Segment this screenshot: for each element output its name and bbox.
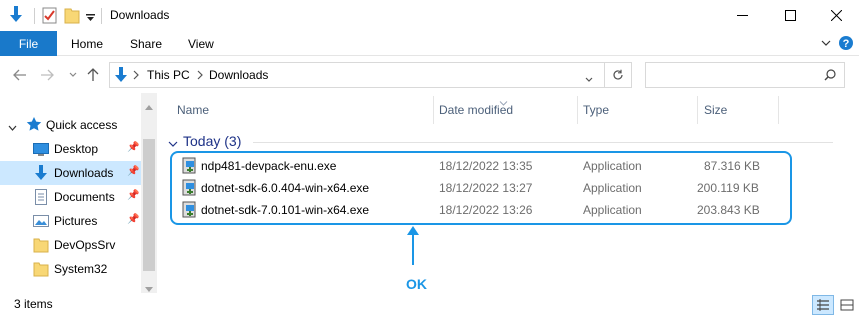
recent-locations-chevron-icon[interactable] xyxy=(64,66,82,84)
annotation-highlight-box xyxy=(170,151,792,225)
close-button[interactable] xyxy=(813,0,859,31)
download-arrow-icon[interactable] xyxy=(8,6,24,27)
file-list: Name Date modified Type Size Today (3) n… xyxy=(158,93,859,293)
star-icon xyxy=(26,116,42,135)
sidebar-item-label: System32 xyxy=(54,262,108,276)
title-bar: Downloads xyxy=(0,0,859,31)
sidebar-item-desktop[interactable]: Desktop 📌 xyxy=(0,137,141,161)
sidebar-item-label: DevOpsSrv xyxy=(54,238,116,252)
nav-scrollbar[interactable] xyxy=(141,93,157,293)
back-arrow-icon[interactable] xyxy=(11,66,29,84)
pin-icon[interactable]: 📌 xyxy=(127,214,139,225)
folder-icon xyxy=(33,261,49,277)
customize-toolbar-icon[interactable] xyxy=(86,11,95,25)
ribbon-tabs: File Home Share View ? xyxy=(0,31,859,56)
new-folder-icon[interactable] xyxy=(64,6,80,27)
sidebar-item-downloads[interactable]: Downloads 📌 xyxy=(0,161,141,185)
navigation-bar: This PC Downloads xyxy=(0,57,859,93)
pictures-icon xyxy=(33,213,49,229)
sidebar-item-label: Pictures xyxy=(54,214,98,228)
group-collapse-chevron-icon[interactable] xyxy=(168,137,178,151)
sidebar-item-system32[interactable]: System32 xyxy=(0,257,141,281)
window-title: Downloads xyxy=(110,8,170,22)
breadcrumb-downloads[interactable]: Downloads xyxy=(209,68,268,82)
downloads-folder-icon xyxy=(114,67,128,86)
minimize-button[interactable] xyxy=(719,0,765,31)
tab-share[interactable]: Share xyxy=(130,37,162,51)
column-header-date-modified[interactable]: Date modified xyxy=(439,103,513,117)
search-icon xyxy=(824,69,836,84)
tab-home[interactable]: Home xyxy=(71,37,103,51)
documents-icon xyxy=(33,189,49,205)
desktop-icon xyxy=(33,141,49,157)
details-view-icon[interactable] xyxy=(812,295,834,315)
help-icon[interactable]: ? xyxy=(838,35,854,54)
search-input[interactable] xyxy=(645,62,845,88)
scroll-thumb[interactable] xyxy=(143,139,155,271)
sidebar-item-label: Quick access xyxy=(46,118,118,132)
expand-ribbon-icon[interactable] xyxy=(821,36,831,53)
divider xyxy=(34,8,35,24)
breadcrumb-this-pc[interactable]: This PC xyxy=(147,68,190,82)
folder-icon xyxy=(33,237,49,253)
sidebar-item-label: Desktop xyxy=(54,142,99,156)
large-icons-view-icon[interactable] xyxy=(836,295,858,315)
refresh-button[interactable] xyxy=(605,62,632,88)
navigation-pane: Quick access Desktop 📌 Downloads 📌 Docum… xyxy=(0,93,157,293)
column-divider[interactable] xyxy=(697,96,698,124)
group-divider xyxy=(253,142,833,143)
column-header-type[interactable]: Type xyxy=(583,103,609,117)
maximize-button[interactable] xyxy=(767,0,813,31)
tab-view[interactable]: View xyxy=(188,37,214,51)
annotation-up-arrow-icon xyxy=(406,225,420,268)
column-header-size[interactable]: Size xyxy=(704,103,727,117)
forward-arrow-icon[interactable] xyxy=(38,66,56,84)
status-bar: 3 items xyxy=(0,293,859,316)
sidebar-item-quick-access[interactable]: Quick access xyxy=(0,113,141,137)
item-count: 3 items xyxy=(14,297,53,311)
properties-icon[interactable] xyxy=(42,6,58,27)
sidebar-item-devopssrv[interactable]: DevOpsSrv xyxy=(0,233,141,257)
address-bar[interactable]: This PC Downloads xyxy=(109,62,605,88)
divider xyxy=(101,8,102,24)
annotation-label: OK xyxy=(406,276,427,292)
group-header[interactable]: Today (3) xyxy=(183,133,241,149)
pin-icon[interactable]: 📌 xyxy=(127,142,139,153)
svg-text:?: ? xyxy=(843,38,850,50)
downloads-icon xyxy=(33,165,49,181)
sidebar-item-documents[interactable]: Documents 📌 xyxy=(0,185,141,209)
scroll-up-arrow-icon[interactable] xyxy=(145,99,153,113)
pin-icon[interactable]: 📌 xyxy=(127,166,139,177)
column-header-name[interactable]: Name xyxy=(177,103,209,117)
column-divider[interactable] xyxy=(778,96,779,124)
address-history-chevron-icon[interactable] xyxy=(585,72,593,86)
tab-file[interactable]: File xyxy=(0,31,57,56)
sidebar-item-label: Downloads xyxy=(54,166,114,180)
chevron-down-icon[interactable] xyxy=(8,121,17,135)
up-arrow-icon[interactable] xyxy=(84,66,102,84)
sidebar-item-pictures[interactable]: Pictures 📌 xyxy=(0,209,141,233)
chevron-right-icon[interactable] xyxy=(197,69,203,83)
column-divider[interactable] xyxy=(577,96,578,124)
chevron-right-icon[interactable] xyxy=(133,69,139,83)
pin-icon[interactable]: 📌 xyxy=(127,190,139,201)
sidebar-item-label: Documents xyxy=(54,190,115,204)
column-divider[interactable] xyxy=(433,96,434,124)
